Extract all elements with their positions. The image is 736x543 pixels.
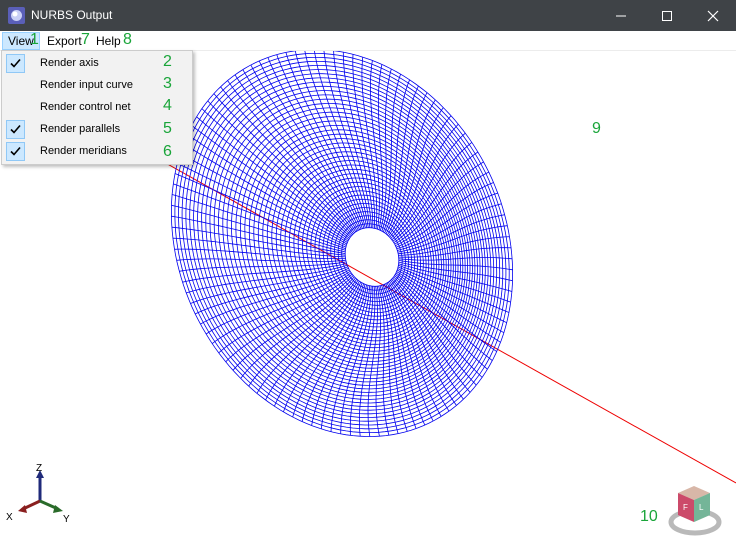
menu-item-label: Render input curve bbox=[40, 79, 133, 91]
annotation-7: 7 bbox=[81, 31, 90, 48]
menu-item-label: Render control net bbox=[40, 101, 131, 113]
close-icon bbox=[707, 10, 719, 22]
annotation-5: 5 bbox=[163, 120, 172, 137]
meridian-curve bbox=[304, 51, 368, 228]
app-icon bbox=[8, 7, 25, 24]
annotation-10: 10 bbox=[640, 508, 658, 525]
menu-item-label: Render axis bbox=[40, 57, 99, 69]
view-cube-icon[interactable]: F L bbox=[668, 482, 730, 538]
annotation-6: 6 bbox=[163, 143, 172, 160]
menu-help[interactable]: Help bbox=[91, 33, 126, 49]
checkmark-icon bbox=[10, 124, 21, 134]
svg-text:L: L bbox=[699, 503, 704, 512]
nurbs-surface-mesh bbox=[171, 51, 513, 437]
meridian-curve bbox=[186, 264, 348, 294]
checkmark-box bbox=[6, 120, 25, 139]
annotation-9: 9 bbox=[592, 120, 601, 137]
menu-item-label: Render meridians bbox=[40, 145, 127, 157]
axis-triad-widget: Z X Y bbox=[6, 463, 70, 525]
checkmark-icon bbox=[10, 58, 21, 68]
annotation-4: 4 bbox=[163, 97, 172, 114]
menu-bar: View Export Help bbox=[0, 31, 736, 51]
menu-item-label: Render parallels bbox=[40, 123, 121, 135]
z-axis-label: Z bbox=[36, 463, 42, 474]
minimize-icon bbox=[616, 15, 626, 17]
maximize-button[interactable] bbox=[644, 0, 690, 31]
window-title: NURBS Output bbox=[31, 8, 113, 22]
checkmark-icon bbox=[10, 146, 21, 156]
annotation-3: 3 bbox=[163, 75, 172, 92]
menu-export[interactable]: Export bbox=[42, 33, 87, 49]
minimize-button[interactable] bbox=[598, 0, 644, 31]
y-axis-label: Y bbox=[63, 514, 70, 525]
svg-text:F: F bbox=[683, 503, 688, 512]
close-button[interactable] bbox=[690, 0, 736, 31]
title-bar[interactable]: NURBS Output bbox=[0, 0, 736, 31]
maximize-icon bbox=[662, 11, 672, 21]
annotation-2: 2 bbox=[163, 53, 172, 70]
checkmark-box bbox=[6, 142, 25, 161]
checkmark-box bbox=[6, 54, 25, 73]
x-axis-label: X bbox=[6, 512, 13, 523]
annotation-8: 8 bbox=[123, 31, 132, 48]
annotation-1: 1 bbox=[30, 31, 39, 48]
